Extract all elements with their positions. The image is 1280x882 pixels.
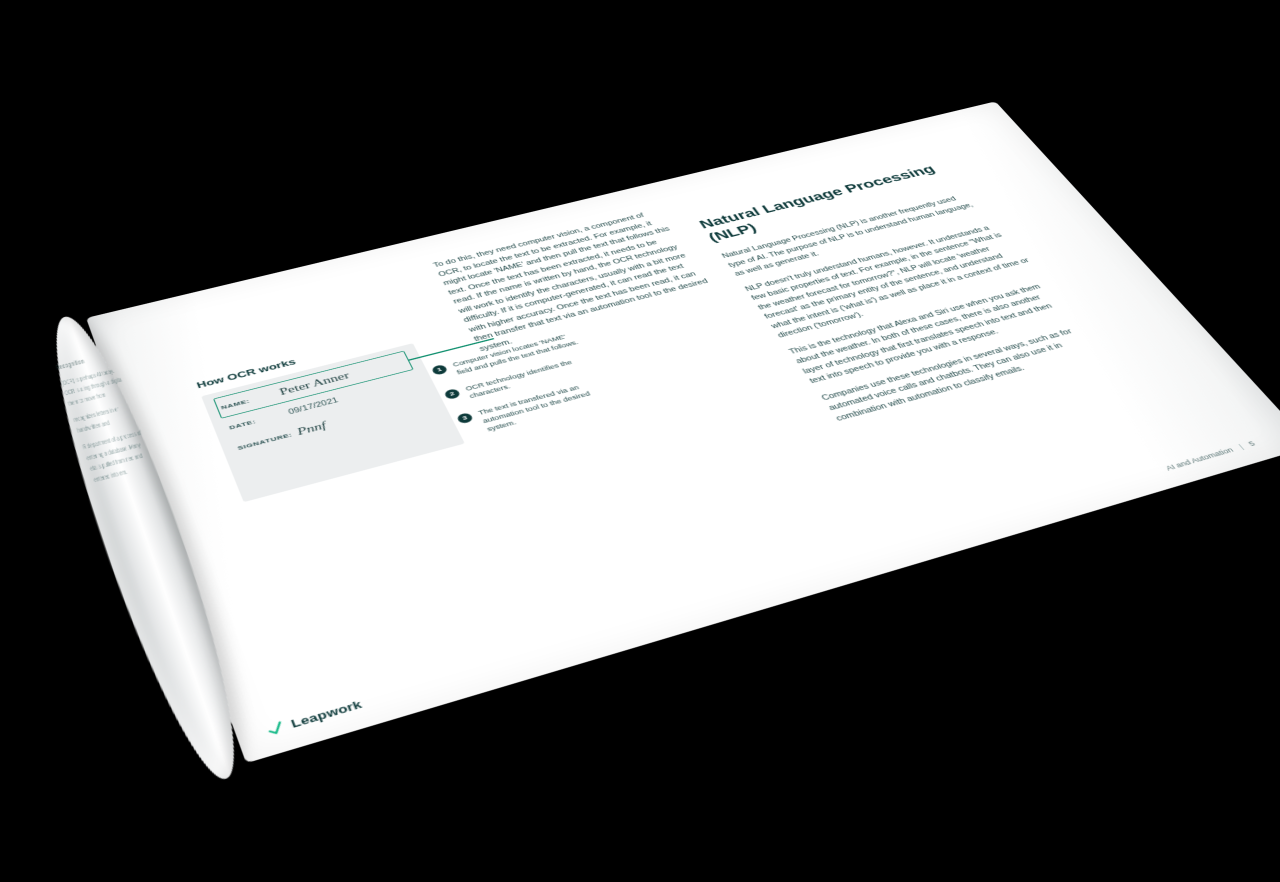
step-number: 3 [456, 412, 474, 424]
footer-sep: | [1237, 443, 1245, 450]
ocr-form-mock: NAME: Peter Anner DATE: 09/17/2021 SIGNA… [201, 343, 465, 502]
open-book: How OCR works NAME: Peter Anner DATE: 09… [86, 101, 1280, 763]
curl-p1: (OCR) is perhaps AI today. OCR is a ing … [60, 365, 128, 409]
step-number: 2 [443, 388, 461, 400]
ocr-block: How OCR works NAME: Peter Anner DATE: 09… [195, 319, 504, 502]
form-date-label: DATE: [228, 410, 290, 431]
footer-page-number: 5 [1247, 440, 1257, 448]
brand-logo: Leapwork [264, 697, 364, 738]
form-date-value: 09/17/2021 [287, 397, 339, 416]
form-sig-label: SIGNATURE: [236, 430, 298, 451]
form-sig-value: Pnnf [295, 420, 328, 438]
step-number: 1 [431, 364, 449, 376]
form-name-label: NAME: [220, 390, 281, 410]
column-right: Natural Language Processing (NLP) Natura… [697, 159, 1114, 431]
leapwork-mark-icon [264, 719, 287, 738]
ocr-paragraph: To do this, they need computer vision, a… [432, 207, 719, 354]
footer-title: AI and Automation [1164, 446, 1235, 472]
stage: How OCR works NAME: Peter Anner DATE: 09… [0, 0, 1280, 882]
page-content: How OCR works NAME: Peter Anner DATE: 09… [174, 135, 1231, 695]
brand-name: Leapwork [289, 697, 364, 730]
page-spread: How OCR works NAME: Peter Anner DATE: 09… [86, 101, 1280, 763]
